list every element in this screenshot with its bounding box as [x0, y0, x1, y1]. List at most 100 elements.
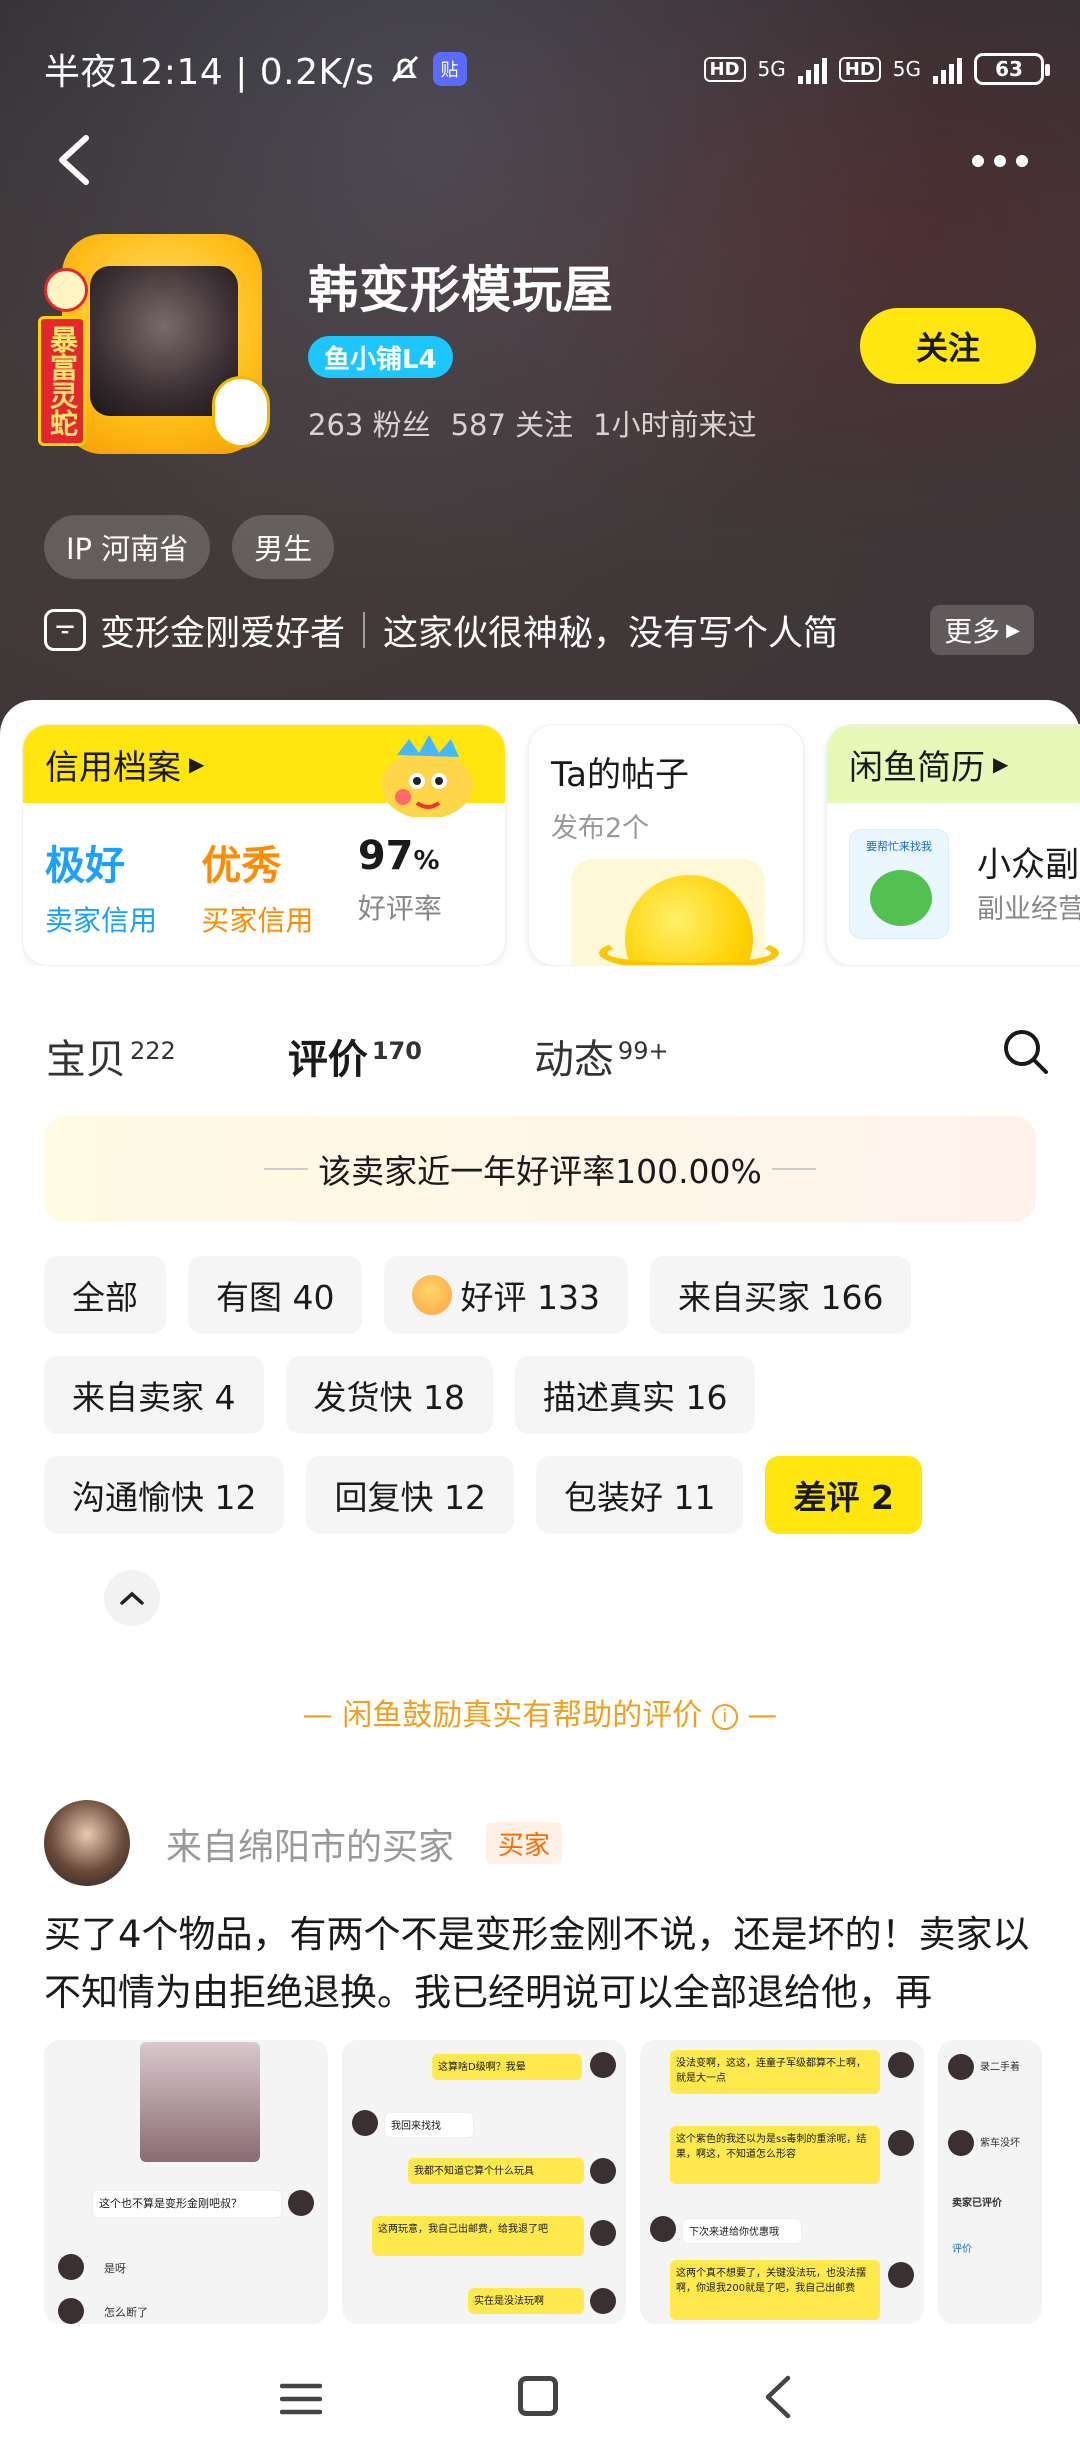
chat-avatar: [650, 2216, 676, 2242]
encourage-text: 闲鱼鼓励真实有帮助的评价: [342, 1698, 703, 1733]
posts-card-title: Ta的帖子: [551, 755, 689, 795]
chat-text: 卖家已评价: [952, 2198, 1002, 2209]
signal-icon: [797, 54, 827, 84]
hd-icon: HD: [838, 56, 881, 82]
positive-rate: 97% 好评率: [358, 833, 483, 939]
seller-credit: 极好 卖家信用: [45, 833, 201, 939]
fish-mascot-icon: [870, 870, 932, 926]
resume-card[interactable]: 闲鱼简历 ▶ 要帮忙来找我 小众副业 副业经营: [826, 724, 1080, 966]
chat-avatar: [58, 2298, 84, 2324]
home-icon[interactable]: [518, 2376, 558, 2416]
filter-fast-reply[interactable]: 回复快 12: [306, 1456, 514, 1534]
fans-count[interactable]: 263 粉丝: [308, 402, 431, 444]
chat-avatar: [590, 2052, 616, 2078]
bio-more-label: 更多: [944, 615, 1001, 648]
posts-card-subtitle: 发布2个: [551, 813, 650, 844]
reviewer-name: 来自绵阳市的买家: [166, 1827, 455, 1868]
filter-accurate-description[interactable]: 描述真实 16: [514, 1356, 756, 1434]
positive-rate-label: 好评率: [357, 892, 442, 925]
encourage-notice[interactable]: — 闲鱼鼓励真实有帮助的评价 i —: [0, 1690, 1080, 1734]
buyer-credit-label: 买家信用: [201, 904, 314, 937]
chat-text: 评价: [952, 2244, 972, 2255]
filter-from-seller[interactable]: 来自卖家 4: [44, 1356, 264, 1434]
resume-card-title: 闲鱼简历: [849, 747, 985, 788]
chat-bubble: 实在是没法玩啊: [468, 2288, 584, 2314]
chat-bubble: 没法变啊，这这，连童子军级都算不上啊，就是大一点: [670, 2050, 880, 2094]
filter-positive[interactable]: 好评 133: [384, 1256, 628, 1334]
tab-reviews-count: 170: [371, 1036, 422, 1065]
tab-items[interactable]: 宝贝 222: [46, 1027, 176, 1085]
rate-unit: %: [413, 846, 440, 876]
follow-button[interactable]: 关注: [860, 308, 1036, 384]
bio-more-button[interactable]: 更多 ▶: [930, 605, 1034, 655]
profile-cards[interactable]: 信用档案 ▶ 极好 卖家信用 优秀 买家信用 97% 好评率 Ta的帖子 发布2…: [22, 724, 1080, 966]
caret-right-icon: ▶: [993, 752, 1009, 776]
tab-activity[interactable]: 动态 99+: [534, 1027, 669, 1085]
divider: —: [302, 1698, 343, 1733]
chat-bubble: 这两玩意，我自己出邮费，给我退了吧: [372, 2216, 584, 2256]
profile-card-icon: [44, 609, 86, 651]
review-images: 这个也不算是变形金刚吧叔？ 是呀 怎么断了 这算啥D级啊？我晕 我回来找找 我都…: [44, 2040, 1042, 2330]
rate-number: 97: [357, 833, 414, 879]
resume-card-header: 闲鱼简历 ▶: [827, 725, 1080, 803]
posts-card[interactable]: Ta的帖子 发布2个: [528, 724, 804, 966]
buyer-credit: 优秀 买家信用: [201, 833, 357, 939]
menu-icon[interactable]: [279, 2378, 323, 2420]
shop-name: 韩变形模玩屋: [308, 261, 614, 319]
chat-bubble: 这个紫色的我还以为是ss毒刺的重涂呢，结果，啊这，不知道怎么形容: [670, 2126, 880, 2184]
reviewer-avatar[interactable]: [44, 1800, 130, 1886]
bio-row: 变形金刚爱好者 这家伙很神秘，没有写个人简 更多 ▶: [44, 600, 1034, 660]
filter-good-packaging[interactable]: 包装好 11: [535, 1456, 744, 1534]
hd-icon: HD: [703, 56, 746, 82]
chat-bubble: 这两个真不想要了，关键没法玩，也没法摆啊，你退我200就是了吧，我自己出邮费: [670, 2260, 880, 2320]
review-text[interactable]: 买了4个物品，有两个不是变形金刚不说，还是坏的！卖家以不知情为由拒绝退换。我已经…: [44, 1906, 1036, 2022]
chat-bubble: 我都不知道它算个什么玩具: [408, 2158, 584, 2184]
chat-avatar: [288, 2190, 314, 2216]
tab-items-label: 宝贝: [46, 1037, 126, 1083]
seller-credit-label: 卖家信用: [45, 904, 158, 937]
filter-good-communication[interactable]: 沟通愉快 12: [44, 1456, 285, 1534]
tab-reviews[interactable]: 评价 170: [287, 1027, 422, 1087]
profile-tags: IP 河南省 男生: [44, 515, 335, 579]
chat-avatar: [58, 2254, 84, 2280]
filter-from-buyer[interactable]: 来自买家 166: [649, 1256, 912, 1334]
system-nav-bar: [0, 2340, 1080, 2460]
status-time: 半夜12:14 | 0.2K/s: [44, 52, 375, 93]
tab-items-count: 222: [130, 1036, 176, 1065]
network-type: 5G: [757, 57, 786, 81]
mascot-icon: [44, 268, 88, 312]
tab-reviews-label: 评价: [287, 1037, 368, 1083]
chat-avatar: [352, 2110, 378, 2136]
credit-card[interactable]: 信用档案 ▶ 极好 卖家信用 优秀 买家信用 97% 好评率: [22, 724, 506, 966]
filter-fast-shipping[interactable]: 发货快 18: [285, 1356, 493, 1434]
more-options-button[interactable]: [972, 146, 1036, 176]
filter-negative[interactable]: 差评 2: [765, 1456, 922, 1534]
filter-all[interactable]: 全部: [44, 1256, 166, 1334]
tab-activity-count: 99+: [617, 1036, 669, 1065]
chat-text: 紫车没坏: [980, 2138, 1020, 2149]
review-image[interactable]: 没法变啊，这这，连童子军级都算不上啊，就是大一点 这个紫色的我还以为是ss毒刺的…: [640, 2040, 924, 2324]
rating-banner-text: 该卖家近一年好评率100.00%: [318, 1152, 762, 1191]
chat-bubble: 这个也不算是变形金刚吧叔？: [92, 2190, 282, 2218]
resume-thumb-text: 要帮忙来找我: [866, 840, 932, 853]
chat-avatar: [590, 2288, 616, 2314]
credit-card-title: 信用档案: [45, 747, 181, 788]
back-icon[interactable]: [758, 2372, 798, 2422]
review-image[interactable]: 这算啥D级啊？我晕 我回来找找 我都不知道它算个什么玩具 这两玩意，我自己出邮费…: [342, 2040, 626, 2324]
seller-credit-value: 极好: [45, 843, 125, 889]
resume-thumbnail: 要帮忙来找我: [849, 829, 949, 939]
mascot-icon: [367, 725, 487, 819]
review-filters: 全部 有图 40 好评 133 来自买家 166 来自卖家 4 发货快 18 描…: [44, 1256, 1044, 1556]
collapse-filters-button[interactable]: [104, 1570, 160, 1626]
search-icon[interactable]: [1000, 1026, 1050, 1076]
review-image[interactable]: 录二手着 紫车没坏 卖家已评价 评价: [938, 2040, 1042, 2324]
review-image[interactable]: 这个也不算是变形金刚吧叔？ 是呀 怎么断了: [44, 2040, 328, 2324]
bio-text: 这家伙很神秘，没有写个人简: [383, 613, 839, 654]
avatar[interactable]: 暴富灵蛇: [32, 228, 276, 464]
following-count[interactable]: 587 关注: [451, 402, 574, 444]
filter-with-images[interactable]: 有图 40: [188, 1256, 363, 1334]
back-button[interactable]: [50, 130, 100, 190]
level-badge[interactable]: 鱼小铺L4: [308, 336, 453, 378]
avatar-banner: 暴富灵蛇: [38, 316, 86, 446]
tab-activity-label: 动态: [533, 1037, 614, 1083]
